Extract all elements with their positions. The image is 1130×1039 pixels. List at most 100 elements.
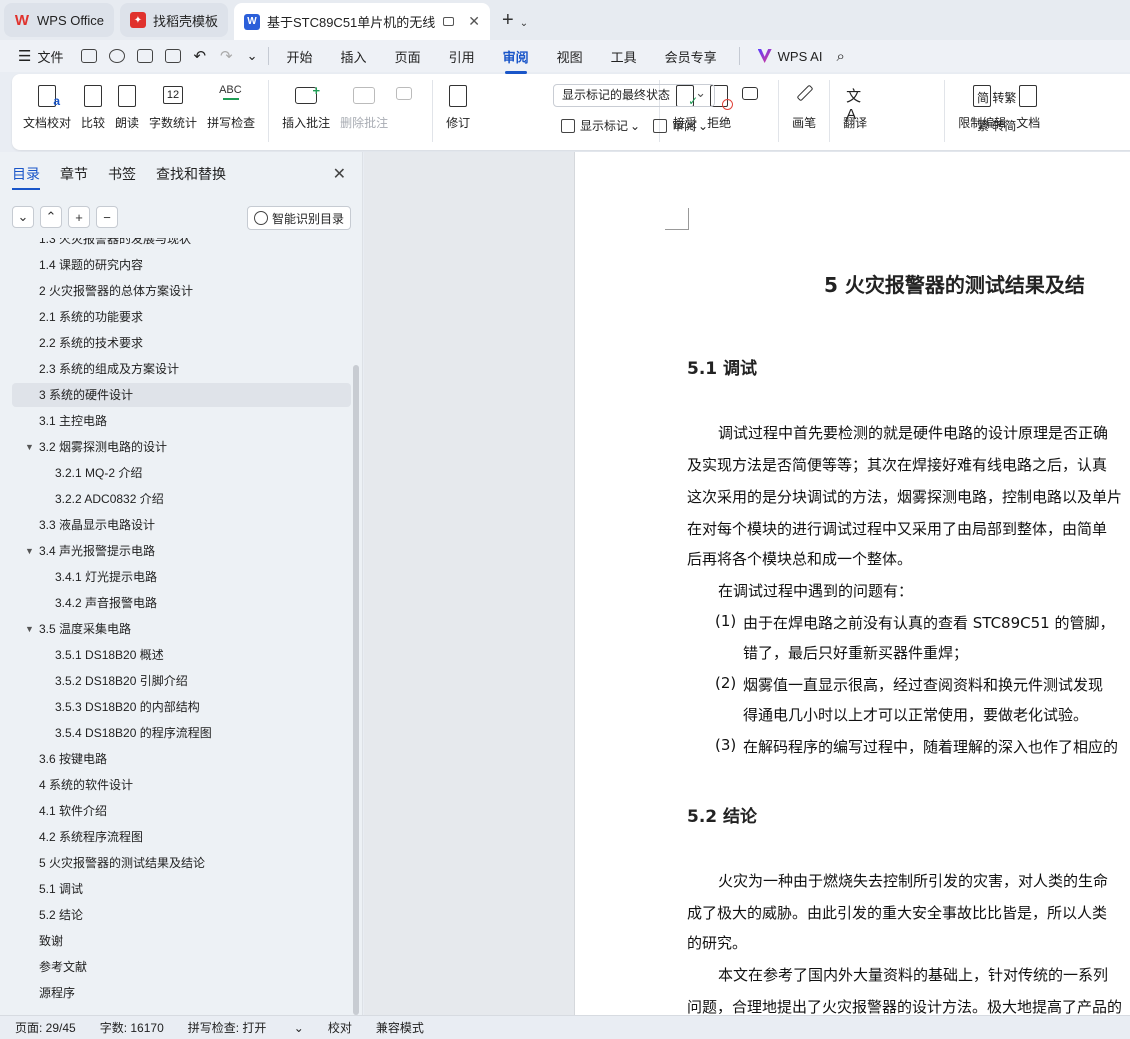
tab-document[interactable]: W 基于STC89C51单片机的无线 ✕ xyxy=(233,3,491,40)
menu-item-reference[interactable]: 引用 xyxy=(449,47,475,66)
page-margin-corner xyxy=(665,208,689,230)
search-icon[interactable]: ⌕ xyxy=(836,48,844,65)
prev-comment-button[interactable] xyxy=(395,74,419,114)
toc-item-label: 3.1 主控电路 xyxy=(39,414,108,428)
tab-bookmarks[interactable]: 书签 xyxy=(108,164,136,184)
add-heading-button[interactable]: + xyxy=(68,206,90,228)
toc-item[interactable]: 3.5.3 DS18B20 的内部结构 xyxy=(12,695,351,719)
expand-caret-icon[interactable]: ▼ xyxy=(25,617,34,641)
toc-item[interactable]: 1.4 课题的研究内容 xyxy=(12,253,351,277)
toc-scrollbar[interactable] xyxy=(353,365,359,1015)
review-pane-button[interactable]: 审阅 ⌄ xyxy=(653,117,708,134)
toc-item[interactable]: 2.2 系统的技术要求 xyxy=(12,331,351,355)
close-panel-icon[interactable]: ✕ xyxy=(333,164,346,184)
ribbon-separator xyxy=(778,80,780,142)
toc-item[interactable]: 5 火灾报警器的测试结果及结论 xyxy=(12,851,351,875)
word-count-button[interactable]: 12 字数统计 xyxy=(149,74,197,131)
toc-item[interactable]: 3.6 按键电路 xyxy=(12,747,351,771)
problem-number: (1) xyxy=(715,612,737,630)
tab-find-replace[interactable]: 查找和替换 xyxy=(156,164,226,184)
close-tab-icon[interactable]: ✕ xyxy=(468,13,480,30)
toc-item[interactable]: 3.4.1 灯光提示电路 xyxy=(12,565,351,589)
print-icon[interactable] xyxy=(137,49,154,63)
toc-item[interactable]: 3.5.4 DS18B20 的程序流程图 xyxy=(12,721,351,745)
wps-ai-button[interactable]: WPS AI xyxy=(757,49,822,64)
collapse-down-button[interactable]: ⌄ xyxy=(12,206,34,228)
prev-change-button[interactable] xyxy=(741,74,765,114)
toc-item[interactable]: 5.2 结论 xyxy=(12,903,351,927)
toc-item[interactable]: 3.5.1 DS18B20 概述 xyxy=(12,643,351,667)
new-tab-button[interactable]: + ⌄ xyxy=(502,9,528,32)
doc-right-label: 文档 xyxy=(1016,116,1041,130)
revise-button[interactable]: 修订 xyxy=(446,74,470,131)
read-aloud-button[interactable]: 朗读 xyxy=(115,74,139,131)
toc-item[interactable]: 4.2 系统程序流程图 xyxy=(12,825,351,849)
remove-heading-button[interactable]: − xyxy=(96,206,118,228)
status-words[interactable]: 字数: 16170 xyxy=(100,1019,164,1036)
doc-check-button[interactable]: a 文档校对 xyxy=(23,74,71,131)
tab-wps-office[interactable]: W WPS Office xyxy=(4,3,114,37)
markup-state-select[interactable]: 显示标记的最终状态 xyxy=(553,82,715,107)
tab-docer[interactable]: ✦ 找稻壳模板 xyxy=(119,3,228,37)
to-simplified-button[interactable]: 繁 转简 xyxy=(977,117,1016,134)
toc-item[interactable]: 5.1 调试 xyxy=(12,877,351,901)
toc-item[interactable]: 3.1 主控电路 xyxy=(12,409,351,433)
toc-item[interactable]: 4 系统的软件设计 xyxy=(12,773,351,797)
toc-item[interactable]: 3 系统的硬件设计 xyxy=(12,383,351,407)
menu-file[interactable]: 文件 xyxy=(37,47,63,66)
compare-button[interactable]: 比较 xyxy=(81,74,105,131)
menu-item-review[interactable]: 审阅 xyxy=(503,47,529,74)
status-spell[interactable]: 拼写检查: 打开 ⌄ xyxy=(188,1019,304,1036)
more-quick-icon[interactable]: ⌄ xyxy=(247,48,258,64)
menu-item-insert[interactable]: 插入 xyxy=(341,47,367,66)
expand-caret-icon[interactable]: ▼ xyxy=(25,435,34,459)
toc-item[interactable]: 3.5.2 DS18B20 引脚介绍 xyxy=(12,669,351,693)
status-proof[interactable]: 校对 xyxy=(328,1019,352,1036)
menu-item-member[interactable]: 会员专享 xyxy=(665,47,717,66)
toc-item-label: 3.3 液晶显示电路设计 xyxy=(39,518,156,532)
menu-item-start[interactable]: 开始 xyxy=(287,47,313,66)
ink-button[interactable]: 画笔 xyxy=(792,74,816,131)
spell-check-button[interactable]: ABC 拼写检查 xyxy=(207,74,255,131)
status-page[interactable]: 页面: 29/45 xyxy=(15,1019,76,1036)
redo-icon[interactable]: ↷ xyxy=(220,47,233,65)
translate-button[interactable]: 文A 翻译 xyxy=(843,74,867,131)
to-traditional-button[interactable]: 简 转繁 xyxy=(977,89,1016,106)
toc-item[interactable]: 参考文献 xyxy=(12,955,351,979)
tab-toc[interactable]: 目录 xyxy=(12,164,40,190)
toc-item[interactable]: ▼ 3.4 声光报警提示电路 xyxy=(12,539,351,563)
toc-item[interactable]: 2.1 系统的功能要求 xyxy=(12,305,351,329)
menu-item-tools[interactable]: 工具 xyxy=(611,47,637,66)
toc-item[interactable]: 3.3 液晶显示电路设计 xyxy=(12,513,351,537)
toc-item[interactable]: 3.2.2 ADC0832 介绍 xyxy=(12,487,351,511)
to-traditional-label: 简 转繁 xyxy=(977,91,1017,105)
delete-comment-button[interactable]: 删除批注 xyxy=(340,74,388,131)
toc-item[interactable]: ▼ 3.5 温度采集电路 xyxy=(12,617,351,641)
toc-item[interactable]: 3.4.2 声音报警电路 xyxy=(12,591,351,615)
undo-icon[interactable]: ↶ xyxy=(193,47,206,65)
menu-item-view[interactable]: 视图 xyxy=(557,47,583,66)
delete-comment-label: 删除批注 xyxy=(340,116,389,130)
expand-up-button[interactable]: ⌃ xyxy=(40,206,62,228)
doc-right-button[interactable]: 文档 xyxy=(1016,74,1040,131)
export-icon[interactable] xyxy=(109,49,126,63)
toc-item[interactable]: ▼ 3.2 烟雾探测电路的设计 xyxy=(12,435,351,459)
expand-caret-icon[interactable]: ▼ xyxy=(25,539,34,563)
insert-comment-button[interactable]: + 插入批注 xyxy=(282,74,330,131)
toc-item[interactable]: 源程序 xyxy=(12,981,351,1005)
smart-toc-button[interactable]: 智能识别目录 xyxy=(247,206,351,230)
menu-item-page[interactable]: 页面 xyxy=(395,47,421,66)
menu-icon[interactable]: ☰ xyxy=(18,47,31,65)
toc-item[interactable]: 2 火灾报警器的总体方案设计 xyxy=(12,279,351,303)
tab-chapters[interactable]: 章节 xyxy=(60,164,88,184)
toc-item[interactable]: 4.1 软件介绍 xyxy=(12,799,351,823)
tab-label: WPS Office xyxy=(37,12,104,28)
show-markup-button[interactable]: 显示标记 ⌄ xyxy=(561,117,640,134)
document-page[interactable]: 5 火灾报警器的测试结果及结 5.1 调试 调试过程中首先要检测的就是硬件电路的… xyxy=(575,152,1130,1015)
toc-item[interactable]: 3.2.1 MQ-2 介绍 xyxy=(12,461,351,485)
toc-item[interactable]: 2.3 系统的组成及方案设计 xyxy=(12,357,351,381)
print-preview-icon[interactable] xyxy=(165,49,182,63)
save-icon[interactable] xyxy=(81,49,98,63)
toc-item[interactable]: 1.3 火灾报警器的发展与现状 xyxy=(12,238,351,251)
toc-item[interactable]: 致谢 xyxy=(12,929,351,953)
